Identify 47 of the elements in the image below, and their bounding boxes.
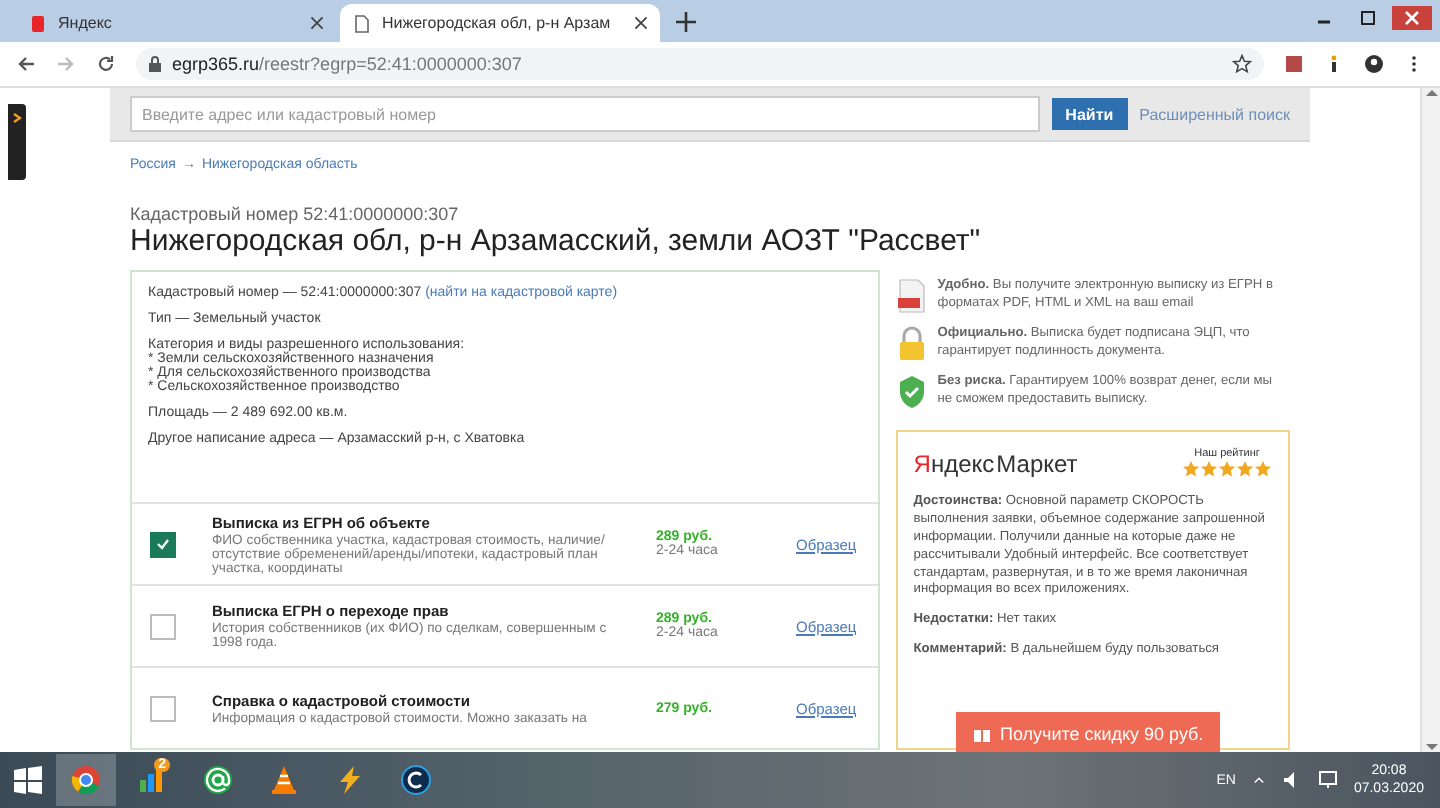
- browser-tab[interactable]: Яндекс: [16, 4, 336, 42]
- star-icon: [1218, 460, 1236, 478]
- discount-button[interactable]: Получите скидку 90 руб.: [956, 712, 1220, 752]
- browser-tab[interactable]: Нижегородская обл, р-н Арзам: [340, 4, 660, 42]
- star-icon: [1236, 460, 1254, 478]
- checkbox[interactable]: [150, 531, 176, 557]
- padlock-icon: [895, 326, 928, 362]
- network-icon: [1317, 770, 1338, 790]
- forward-icon: [56, 54, 76, 74]
- chevron-right-icon: [12, 112, 22, 124]
- new-tab-icon[interactable]: [676, 12, 696, 32]
- checkbox[interactable]: [150, 613, 176, 639]
- side-panel-tab[interactable]: [8, 104, 26, 180]
- checkbox[interactable]: [150, 695, 176, 721]
- search-field[interactable]: Введите адрес или кадастровый номер: [130, 96, 1040, 132]
- lightning-icon: [334, 764, 366, 796]
- close-icon: [310, 16, 324, 30]
- star-icon: [1182, 460, 1200, 478]
- extension-icon: [1284, 54, 1304, 74]
- scrollbar[interactable]: [1420, 88, 1440, 752]
- advanced-search-link[interactable]: Расширенный поиск: [1139, 105, 1290, 123]
- chrome-icon: [70, 764, 102, 796]
- address-bar[interactable]: egrp365.ru/reestr?egrp=52:41:0000000:307: [136, 48, 1264, 80]
- star-icon: [1232, 54, 1252, 74]
- account-icon: [1364, 54, 1384, 74]
- back-icon: [16, 54, 36, 74]
- at-sign-icon: [202, 764, 234, 796]
- reload-icon: [96, 54, 116, 74]
- search-button[interactable]: Найти: [1051, 98, 1128, 130]
- pdf-file-icon: [895, 278, 928, 314]
- close-icon: [634, 16, 648, 30]
- close-button[interactable]: [1392, 6, 1432, 30]
- star-icon: [1200, 460, 1218, 478]
- market-logo: ЯндексМаркет: [913, 449, 1078, 477]
- chevron-up-icon: [1251, 773, 1266, 787]
- maximize-icon: [1360, 10, 1376, 26]
- site-logo-icon: [28, 13, 48, 33]
- circle-c-icon: [400, 764, 432, 796]
- close-icon: [1404, 10, 1420, 26]
- page-title: Нижегородская обл, р-н Арзамасский, земли АОЗТ "Рассвет": [130, 224, 983, 258]
- traffic-cone-icon: [268, 764, 300, 796]
- star-icon: [1254, 460, 1272, 478]
- shield-check-icon: [895, 374, 928, 410]
- document-icon: [352, 13, 372, 33]
- lock-icon: [148, 56, 162, 72]
- cadastral-number: Кадастровый номер 52:41:0000000:307: [130, 204, 461, 224]
- checkmark-icon: [156, 538, 170, 550]
